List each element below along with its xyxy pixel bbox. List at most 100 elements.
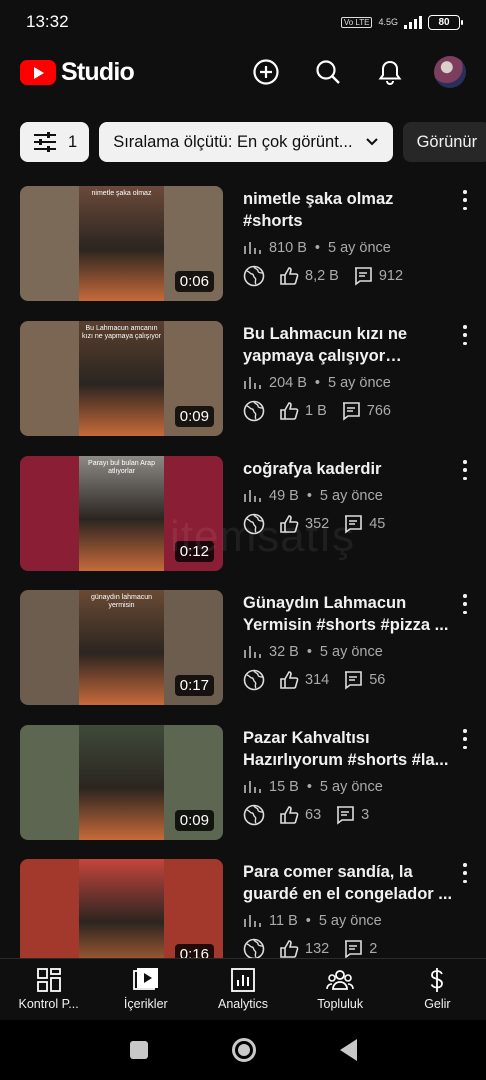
views-icon bbox=[244, 377, 261, 389]
video-title[interactable]: nimetle şaka olmaz #shorts bbox=[243, 188, 453, 232]
add-circle-icon[interactable] bbox=[248, 54, 284, 90]
globe-icon bbox=[243, 265, 265, 287]
video-stats-row: 63 3 bbox=[243, 804, 453, 826]
separator-dot: • bbox=[314, 240, 320, 256]
comments-count: 766 bbox=[366, 403, 391, 419]
thumbnail-caption: Bu Lahmacun amcanın kızı ne yapmaya çalı… bbox=[82, 325, 161, 340]
video-duration: 0:09 bbox=[174, 406, 214, 427]
more-options-icon[interactable] bbox=[460, 190, 470, 210]
video-stats-row: 314 56 bbox=[243, 669, 453, 691]
views-count: 204 B bbox=[269, 375, 307, 391]
visibility-label: Görünür bbox=[416, 132, 478, 151]
thumbnail-image bbox=[79, 859, 164, 958]
network-type: 4.5G bbox=[378, 16, 398, 27]
dashboard-icon bbox=[36, 968, 61, 992]
separator-dot: • bbox=[306, 779, 312, 795]
video-title[interactable]: Pazar Kahvaltısı Hazırlıyorum #shorts #l… bbox=[243, 727, 453, 771]
youtube-studio-logo[interactable]: Studio bbox=[20, 58, 135, 87]
video-views-row: 32 B • 5 ay önce bbox=[243, 644, 453, 660]
comment-icon bbox=[354, 267, 372, 286]
globe-icon bbox=[243, 938, 265, 958]
likes-count: 132 bbox=[305, 941, 330, 957]
video-views-row: 810 B • 5 ay önce bbox=[243, 240, 453, 256]
views-count: 49 B bbox=[269, 488, 299, 504]
visibility-filter-chip[interactable]: Görünür bbox=[402, 122, 486, 162]
app-header: Studio bbox=[0, 44, 486, 100]
comment-icon bbox=[342, 402, 360, 421]
video-age: 5 ay önce bbox=[319, 488, 383, 504]
video-thumbnail[interactable]: Bu Lahmacun amcanın kızı ne yapmaya çalı… bbox=[20, 321, 223, 436]
comment-icon bbox=[345, 940, 363, 958]
video-thumbnail[interactable]: 0:09 bbox=[20, 725, 223, 840]
nav-analytics[interactable]: Analytics bbox=[194, 959, 291, 1020]
views-count: 15 B bbox=[269, 779, 299, 795]
video-thumbnail[interactable]: nimetle şaka olmaz 0:06 bbox=[20, 186, 223, 301]
nav-community[interactable]: Topluluk bbox=[292, 959, 389, 1020]
video-row[interactable]: günaydın lahmacun yermisin 0:17 Günaydın… bbox=[0, 590, 486, 708]
youtube-logo-icon bbox=[20, 59, 56, 85]
home-button[interactable] bbox=[231, 1038, 256, 1062]
filter-chips: 1 Sıralama ölçütü: En çok görünt... Görü… bbox=[20, 122, 486, 162]
bell-icon[interactable] bbox=[372, 54, 408, 90]
views-icon bbox=[244, 915, 261, 927]
nav-dashboard[interactable]: Kontrol P... bbox=[0, 959, 97, 1020]
video-title[interactable]: Para comer sandía, la guardé en el conge… bbox=[243, 861, 453, 905]
recents-button[interactable] bbox=[129, 1041, 148, 1059]
battery-icon: 80 bbox=[428, 14, 463, 30]
video-duration: 0:09 bbox=[174, 810, 214, 831]
video-duration: 0:17 bbox=[174, 675, 214, 696]
status-bar: 13:32 Vo LTE 4.5G 80 bbox=[0, 0, 486, 44]
video-age: 5 ay önce bbox=[318, 913, 382, 929]
signal-icon bbox=[404, 15, 422, 29]
likes-count: 314 bbox=[305, 672, 330, 688]
video-row[interactable]: 0:16 Para comer sandía, la guardé en el … bbox=[0, 859, 486, 958]
avatar[interactable] bbox=[434, 56, 466, 88]
community-icon bbox=[326, 970, 355, 990]
video-row[interactable]: 0:09 Pazar Kahvaltısı Hazırlıyorum #shor… bbox=[0, 725, 486, 843]
more-options-icon[interactable] bbox=[460, 863, 470, 883]
likes-count: 1 B bbox=[305, 403, 327, 419]
video-thumbnail[interactable]: 0:16 bbox=[20, 859, 223, 958]
nav-earn[interactable]: Gelir bbox=[389, 959, 486, 1020]
video-views-row: 49 B • 5 ay önce bbox=[243, 488, 453, 504]
filter-button[interactable]: 1 bbox=[20, 122, 90, 162]
back-button[interactable] bbox=[339, 1039, 357, 1061]
like-icon bbox=[280, 402, 299, 420]
status-time: 13:32 bbox=[26, 12, 69, 31]
video-views-row: 204 B • 5 ay önce bbox=[243, 375, 453, 391]
nav-label: Kontrol P... bbox=[18, 997, 79, 1011]
globe-icon bbox=[243, 400, 265, 422]
thumbnail-image bbox=[79, 186, 164, 301]
video-title[interactable]: coğrafya kaderdir bbox=[243, 458, 453, 480]
video-row[interactable]: nimetle şaka olmaz 0:06 nimetle şaka olm… bbox=[0, 186, 486, 304]
battery-level: 80 bbox=[438, 16, 450, 28]
video-views-row: 11 B • 5 ay önce bbox=[243, 913, 453, 929]
video-row[interactable]: Bu Lahmacun amcanın kızı ne yapmaya çalı… bbox=[0, 321, 486, 439]
more-options-icon[interactable] bbox=[460, 325, 470, 345]
nav-label: İçerikler bbox=[123, 997, 168, 1011]
video-thumbnail[interactable]: günaydın lahmacun yermisin 0:17 bbox=[20, 590, 223, 705]
filter-count: 1 bbox=[68, 132, 78, 151]
thumbnail-caption: nimetle şaka olmaz bbox=[91, 190, 152, 197]
search-icon[interactable] bbox=[310, 54, 346, 90]
nav-label: Gelir bbox=[424, 997, 451, 1011]
video-views-row: 15 B • 5 ay önce bbox=[243, 779, 453, 795]
chevron-down-icon bbox=[365, 138, 378, 146]
more-options-icon[interactable] bbox=[460, 729, 470, 749]
separator-dot: • bbox=[306, 644, 312, 660]
dollar-icon bbox=[431, 968, 444, 992]
comment-icon bbox=[345, 671, 363, 690]
video-age: 5 ay önce bbox=[327, 240, 391, 256]
video-title[interactable]: Bu Lahmacun kızı ne yapmaya çalışıyor #s… bbox=[243, 323, 453, 367]
like-icon bbox=[280, 671, 299, 689]
video-title[interactable]: Günaydın Lahmacun Yermisin #shorts #pizz… bbox=[243, 592, 453, 636]
video-age: 5 ay önce bbox=[319, 779, 383, 795]
separator-dot: • bbox=[306, 488, 312, 504]
content-icon bbox=[132, 968, 158, 990]
video-duration: 0:06 bbox=[174, 271, 214, 292]
nav-content[interactable]: İçerikler bbox=[97, 959, 194, 1020]
thumbnail-image bbox=[79, 725, 164, 840]
sort-dropdown[interactable]: Sıralama ölçütü: En çok görünt... bbox=[99, 122, 393, 162]
more-options-icon[interactable] bbox=[460, 594, 470, 614]
more-options-icon[interactable] bbox=[460, 460, 470, 480]
